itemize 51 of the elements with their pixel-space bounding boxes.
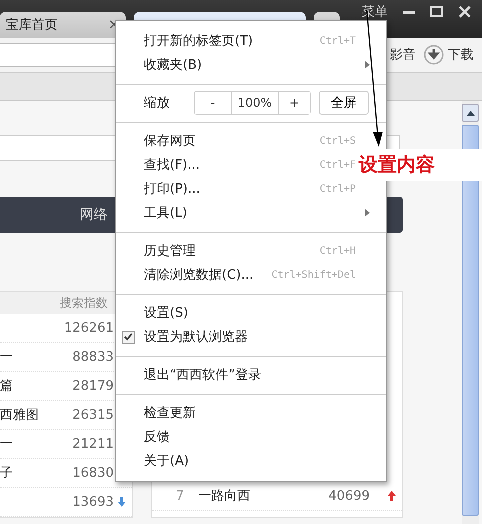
shortcut-text: Ctrl+P bbox=[320, 184, 356, 194]
maximize-icon[interactable] bbox=[430, 5, 444, 19]
shortcut-text: Ctrl+H bbox=[320, 246, 356, 256]
table-cell-text: 子 bbox=[0, 465, 13, 482]
menu-item[interactable]: 工具(L) bbox=[144, 204, 188, 222]
checkbox[interactable] bbox=[122, 330, 135, 344]
shortcut-text: Ctrl+T bbox=[320, 36, 356, 46]
menu-item[interactable]: 设置(S) bbox=[144, 304, 188, 322]
scroll-up-icon[interactable] bbox=[462, 104, 479, 122]
menu-item[interactable]: 反馈 bbox=[144, 428, 170, 446]
menu-item[interactable]: 打开新的标签页(T) bbox=[144, 32, 254, 50]
nav-item[interactable]: 网络 bbox=[80, 206, 108, 224]
close-icon[interactable] bbox=[458, 5, 472, 19]
shortcut-text: Ctrl+Shift+Del bbox=[272, 270, 356, 280]
menu-button[interactable]: 菜单 bbox=[362, 3, 388, 21]
menu-item[interactable]: 退出“西西软件”登录 bbox=[144, 366, 262, 384]
menu-item[interactable]: 收藏夹(B) bbox=[144, 56, 202, 74]
table-cell: 16830 bbox=[72, 466, 114, 480]
annotation-label: 设置内容 bbox=[355, 149, 482, 181]
table-cell-text: 一 bbox=[0, 349, 13, 366]
table-cell: 126261 bbox=[64, 320, 114, 336]
download-link[interactable]: 下载 bbox=[448, 46, 474, 64]
table-cell-text: 篇 bbox=[0, 378, 13, 395]
table-cell: 26315 bbox=[72, 408, 114, 422]
toolbar-link[interactable]: 影音 bbox=[390, 46, 416, 64]
menu-item[interactable]: 打印(P)... bbox=[144, 180, 200, 198]
submenu-arrow-icon bbox=[365, 209, 370, 217]
menu-item[interactable]: 检查更新 bbox=[144, 404, 196, 422]
menu-item[interactable]: 关于(A) bbox=[144, 452, 190, 470]
menu-item[interactable]: 清除浏览数据(C)... bbox=[144, 266, 254, 284]
download-icon[interactable] bbox=[424, 45, 444, 65]
menu-item[interactable]: 设置为默认浏览器 bbox=[144, 328, 248, 346]
table-cell-text: 一路向西 bbox=[198, 488, 250, 505]
table-cell-text: 西雅图 bbox=[0, 407, 39, 424]
zoom-in-button[interactable]: + bbox=[278, 92, 310, 114]
fullscreen-button[interactable]: 全屏 bbox=[319, 91, 369, 115]
shortcut-text: Ctrl+S bbox=[320, 136, 356, 146]
shortcut-text: Ctrl+F bbox=[320, 160, 356, 170]
scrollbar[interactable] bbox=[462, 101, 479, 524]
menu-item[interactable]: 保存网页 bbox=[144, 132, 196, 150]
table-cell: 13693 bbox=[72, 494, 114, 510]
column-header: 搜索指数 bbox=[60, 294, 108, 312]
table-cell: 28179 bbox=[72, 378, 114, 394]
rank-number: 7 bbox=[176, 488, 184, 504]
submenu-arrow-icon bbox=[365, 61, 370, 69]
menu-item[interactable]: 查找(F)... bbox=[144, 156, 200, 174]
table-cell-text: 一 bbox=[0, 436, 13, 453]
menu-item[interactable]: 历史管理 bbox=[144, 242, 196, 260]
table-cell: 21211 bbox=[72, 436, 114, 452]
table-cell: 40699 bbox=[328, 488, 370, 504]
table-cell: 88833 bbox=[72, 350, 114, 364]
